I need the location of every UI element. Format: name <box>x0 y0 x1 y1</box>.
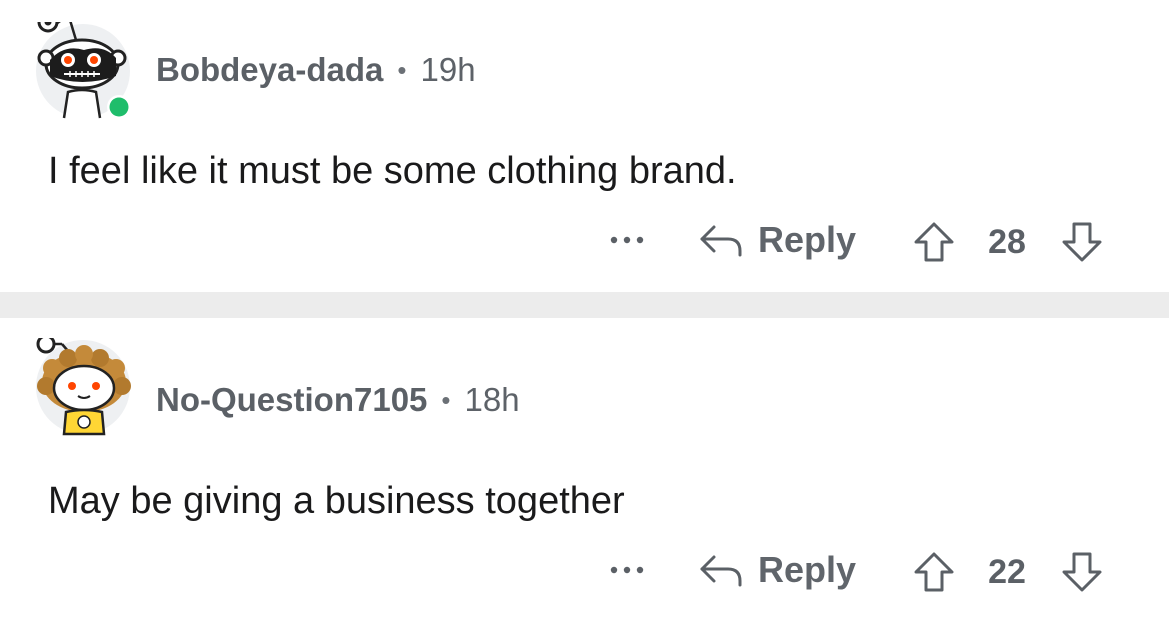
downvote-arrow-icon <box>1062 222 1102 262</box>
reply-label: Reply <box>758 549 857 590</box>
timestamp: 19h <box>420 51 476 88</box>
comment-actions: Reply 22 <box>0 544 1169 594</box>
username[interactable]: Bobdeya-dada <box>156 51 383 89</box>
meta-separator: • <box>441 384 451 415</box>
reply-arrow-icon <box>700 555 742 587</box>
more-options-button[interactable] <box>606 548 652 592</box>
comment-body: I feel like it must be some clothing bra… <box>48 150 737 192</box>
avatar[interactable] <box>34 11 132 120</box>
comment-header: Bobdeya-dada • 19h <box>156 50 476 90</box>
comment-body: May be giving a business together <box>48 480 625 522</box>
more-options-button[interactable] <box>606 218 652 262</box>
online-status-icon <box>107 95 131 119</box>
meta-separator: • <box>397 54 407 85</box>
reply-button[interactable]: Reply <box>698 216 856 264</box>
upvote-button[interactable] <box>912 220 956 264</box>
ellipsis-icon <box>610 236 644 244</box>
username[interactable]: No-Question7105 <box>156 381 427 419</box>
timestamp: 18h <box>464 381 520 418</box>
vote-score: 28 <box>988 222 1026 261</box>
upvote-button[interactable] <box>912 550 956 594</box>
reply-button[interactable]: Reply <box>698 546 856 594</box>
reply-label: Reply <box>758 219 857 260</box>
avatar[interactable] <box>34 334 132 436</box>
ellipsis-icon <box>610 566 644 574</box>
snoo-avatar-icon <box>36 334 131 436</box>
comment-actions: Reply 28 <box>0 214 1169 264</box>
comment-header: No-Question7105 • 18h <box>156 380 520 420</box>
downvote-arrow-icon <box>1062 552 1102 592</box>
vote-score: 22 <box>988 552 1026 591</box>
upvote-arrow-icon <box>914 552 954 592</box>
comment: No-Question7105 • 18h May be giving a bu… <box>0 318 1169 624</box>
comment: Bobdeya-dada • 19h I feel like it must b… <box>0 0 1169 292</box>
downvote-button[interactable] <box>1060 550 1104 594</box>
reply-arrow-icon <box>700 225 742 257</box>
comment-divider <box>0 292 1169 318</box>
downvote-button[interactable] <box>1060 220 1104 264</box>
upvote-arrow-icon <box>914 222 954 262</box>
